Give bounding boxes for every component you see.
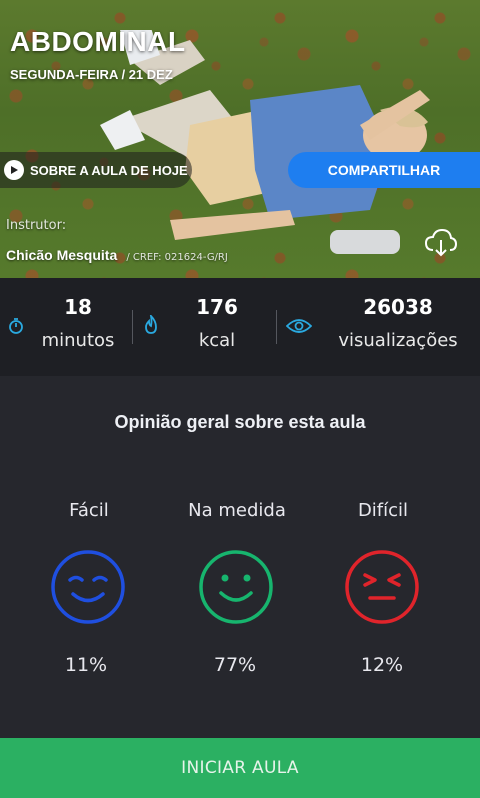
share-button[interactable]: COMPARTILHAR <box>288 152 480 188</box>
workout-title: ABDOMINAL <box>10 26 186 57</box>
play-icon <box>4 160 24 180</box>
duration-unit: minutos <box>41 330 115 351</box>
cloud-download-icon[interactable] <box>424 228 458 258</box>
rating-hard-percent: 12% <box>360 654 404 676</box>
smile-face-icon[interactable] <box>198 549 274 625</box>
about-class-label: SOBRE A AULA DE HOJE <box>30 162 188 178</box>
opinion-title: Opinião geral sobre esta aula <box>114 412 366 432</box>
eye-icon <box>286 319 312 333</box>
strain-face-icon[interactable] <box>344 549 420 625</box>
rating-hard-label: Difícil <box>357 500 409 521</box>
start-class-button[interactable]: INICIAR AULA <box>0 738 480 798</box>
stat-duration: 18 minutos <box>0 287 130 367</box>
views-unit: visualizações <box>338 330 458 351</box>
workout-date: SEGUNDA-FEIRA / 21 DEZ <box>10 67 173 82</box>
calories-unit: kcal <box>198 330 236 351</box>
stats-bar: 18 minutos 176 kcal 26038 visualizações <box>0 278 480 376</box>
instructor-name[interactable]: Chicão Mesquita <box>6 247 117 263</box>
about-class-button[interactable]: SOBRE A AULA DE HOJE <box>0 152 192 188</box>
calories-value: 176 <box>196 295 238 319</box>
views-value: 26038 <box>363 295 433 319</box>
rating-medium-percent: 77% <box>213 654 257 676</box>
stats-divider <box>276 310 277 344</box>
instructor-label: Instrutor: <box>6 218 67 233</box>
wink-face-icon[interactable] <box>50 549 126 625</box>
hero-photo-person <box>100 30 430 254</box>
duration-value: 18 <box>64 295 92 319</box>
rating-medium-label: Na medida <box>188 500 286 521</box>
rating-easy-label: Fácil <box>69 500 109 521</box>
instructor-info: Chicão Mesquita / CREF: 021624-G/RJ <box>6 245 228 264</box>
stat-views: 26038 visualizações <box>280 287 480 367</box>
stopwatch-icon <box>9 318 23 334</box>
instructor-cref: / CREF: 021624-G/RJ <box>126 252 228 263</box>
hero-banner: ABDOMINAL SEGUNDA-FEIRA / 21 DEZ SOBRE A… <box>0 0 480 278</box>
stats-divider <box>132 310 133 344</box>
flame-icon <box>145 315 157 334</box>
stat-calories: 176 kcal <box>135 287 275 367</box>
rating-easy-percent: 11% <box>64 654 108 676</box>
